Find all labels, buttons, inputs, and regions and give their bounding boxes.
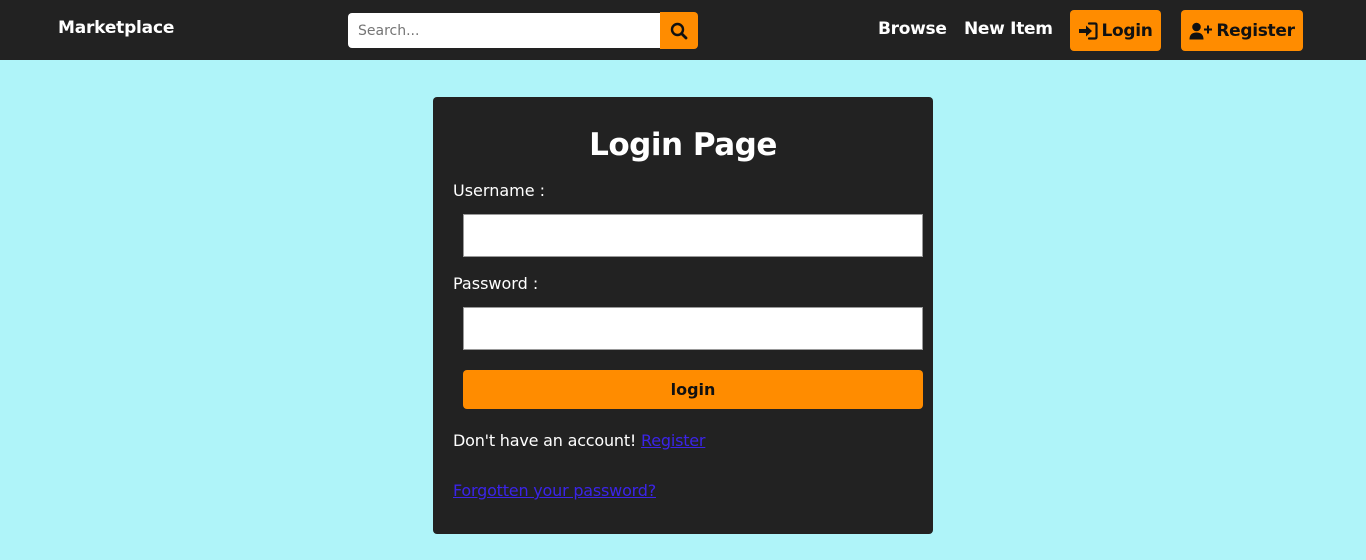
search-icon bbox=[670, 22, 688, 39]
user-plus-icon bbox=[1189, 22, 1213, 39]
register-link[interactable]: Register bbox=[641, 431, 705, 450]
sign-in-icon bbox=[1079, 21, 1099, 40]
signup-prompt-text: Don't have an account! bbox=[453, 431, 637, 450]
navbar: Marketplace Browse New Item Login Regist… bbox=[0, 0, 1366, 60]
nav-login-button[interactable]: Login bbox=[1070, 10, 1161, 51]
password-label: Password : bbox=[453, 274, 539, 293]
nav-login-label: Login bbox=[1101, 20, 1153, 41]
signup-prompt-row: Don't have an account! Register bbox=[453, 431, 706, 450]
username-field[interactable] bbox=[463, 214, 923, 257]
nav-browse-link[interactable]: Browse bbox=[878, 19, 947, 39]
nav-new-item-link[interactable]: New Item bbox=[964, 19, 1053, 39]
brand-link[interactable]: Marketplace bbox=[58, 18, 174, 38]
nav-register-label: Register bbox=[1216, 20, 1295, 41]
search-button[interactable] bbox=[660, 12, 698, 49]
username-label: Username : bbox=[453, 181, 546, 200]
search-input[interactable] bbox=[348, 13, 660, 48]
password-field[interactable] bbox=[463, 307, 923, 350]
login-card: Login Page Username : Password : login D… bbox=[433, 97, 933, 534]
page-title: Login Page bbox=[589, 127, 777, 163]
forgot-password-link[interactable]: Forgotten your password? bbox=[453, 481, 656, 500]
nav-register-button[interactable]: Register bbox=[1181, 10, 1303, 51]
login-submit-button[interactable]: login bbox=[463, 370, 923, 409]
